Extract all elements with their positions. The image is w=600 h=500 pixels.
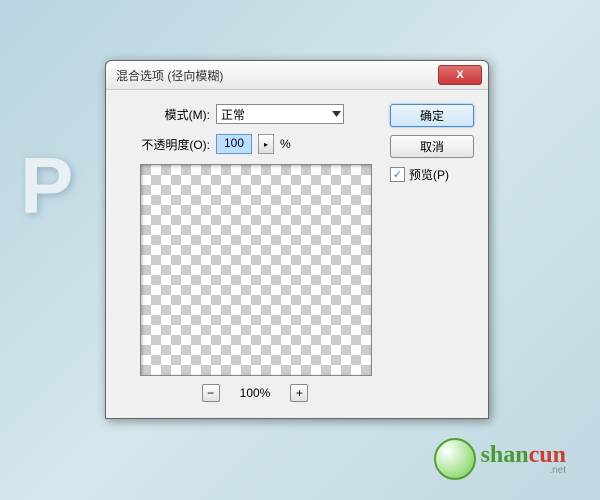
mode-value: 正常 bbox=[221, 106, 245, 123]
plus-icon: + bbox=[296, 386, 303, 400]
opacity-stepper[interactable]: ▸ bbox=[258, 134, 274, 154]
mode-label: 模式(M): bbox=[120, 106, 210, 123]
mode-combobox[interactable]: 正常 bbox=[216, 104, 344, 124]
right-panel: 确定 取消 ✓ 预览(P) bbox=[390, 104, 474, 402]
opacity-row: 不透明度(O): 100 ▸ % bbox=[120, 134, 376, 154]
chevron-down-icon bbox=[332, 111, 341, 117]
watermark-text: shancun .net bbox=[481, 442, 566, 476]
check-icon: ✓ bbox=[393, 168, 402, 181]
close-icon: X bbox=[456, 69, 463, 81]
opacity-unit: % bbox=[280, 137, 291, 151]
mode-row: 模式(M): 正常 bbox=[120, 104, 376, 124]
stepper-icon: ▸ bbox=[264, 140, 268, 149]
cancel-button[interactable]: 取消 bbox=[390, 135, 474, 158]
minus-icon: − bbox=[207, 386, 214, 400]
close-button[interactable]: X bbox=[438, 65, 482, 85]
ok-button[interactable]: 确定 bbox=[390, 104, 474, 127]
watermark-logo-icon bbox=[434, 438, 476, 480]
blend-options-dialog: 混合选项 (径向模糊) X 模式(M): 正常 不透明度(O): 100 ▸ %… bbox=[105, 60, 489, 419]
dialog-content: 模式(M): 正常 不透明度(O): 100 ▸ % − 100% + 确定 取… bbox=[106, 90, 488, 418]
opacity-input[interactable]: 100 bbox=[216, 134, 252, 154]
zoom-value: 100% bbox=[240, 386, 271, 400]
dialog-title: 混合选项 (径向模糊) bbox=[116, 67, 223, 84]
opacity-label: 不透明度(O): bbox=[120, 136, 210, 153]
titlebar[interactable]: 混合选项 (径向模糊) X bbox=[106, 61, 488, 90]
zoom-out-button[interactable]: − bbox=[202, 384, 220, 402]
preview-checkbox-row: ✓ 预览(P) bbox=[390, 166, 474, 183]
zoom-in-button[interactable]: + bbox=[290, 384, 308, 402]
preview-canvas[interactable] bbox=[140, 164, 372, 376]
left-panel: 模式(M): 正常 不透明度(O): 100 ▸ % − 100% + bbox=[120, 104, 376, 402]
preview-checkbox[interactable]: ✓ bbox=[390, 167, 405, 182]
zoom-controls: − 100% + bbox=[140, 384, 370, 402]
watermark: shancun .net bbox=[434, 438, 566, 480]
preview-checkbox-label: 预览(P) bbox=[409, 166, 449, 183]
